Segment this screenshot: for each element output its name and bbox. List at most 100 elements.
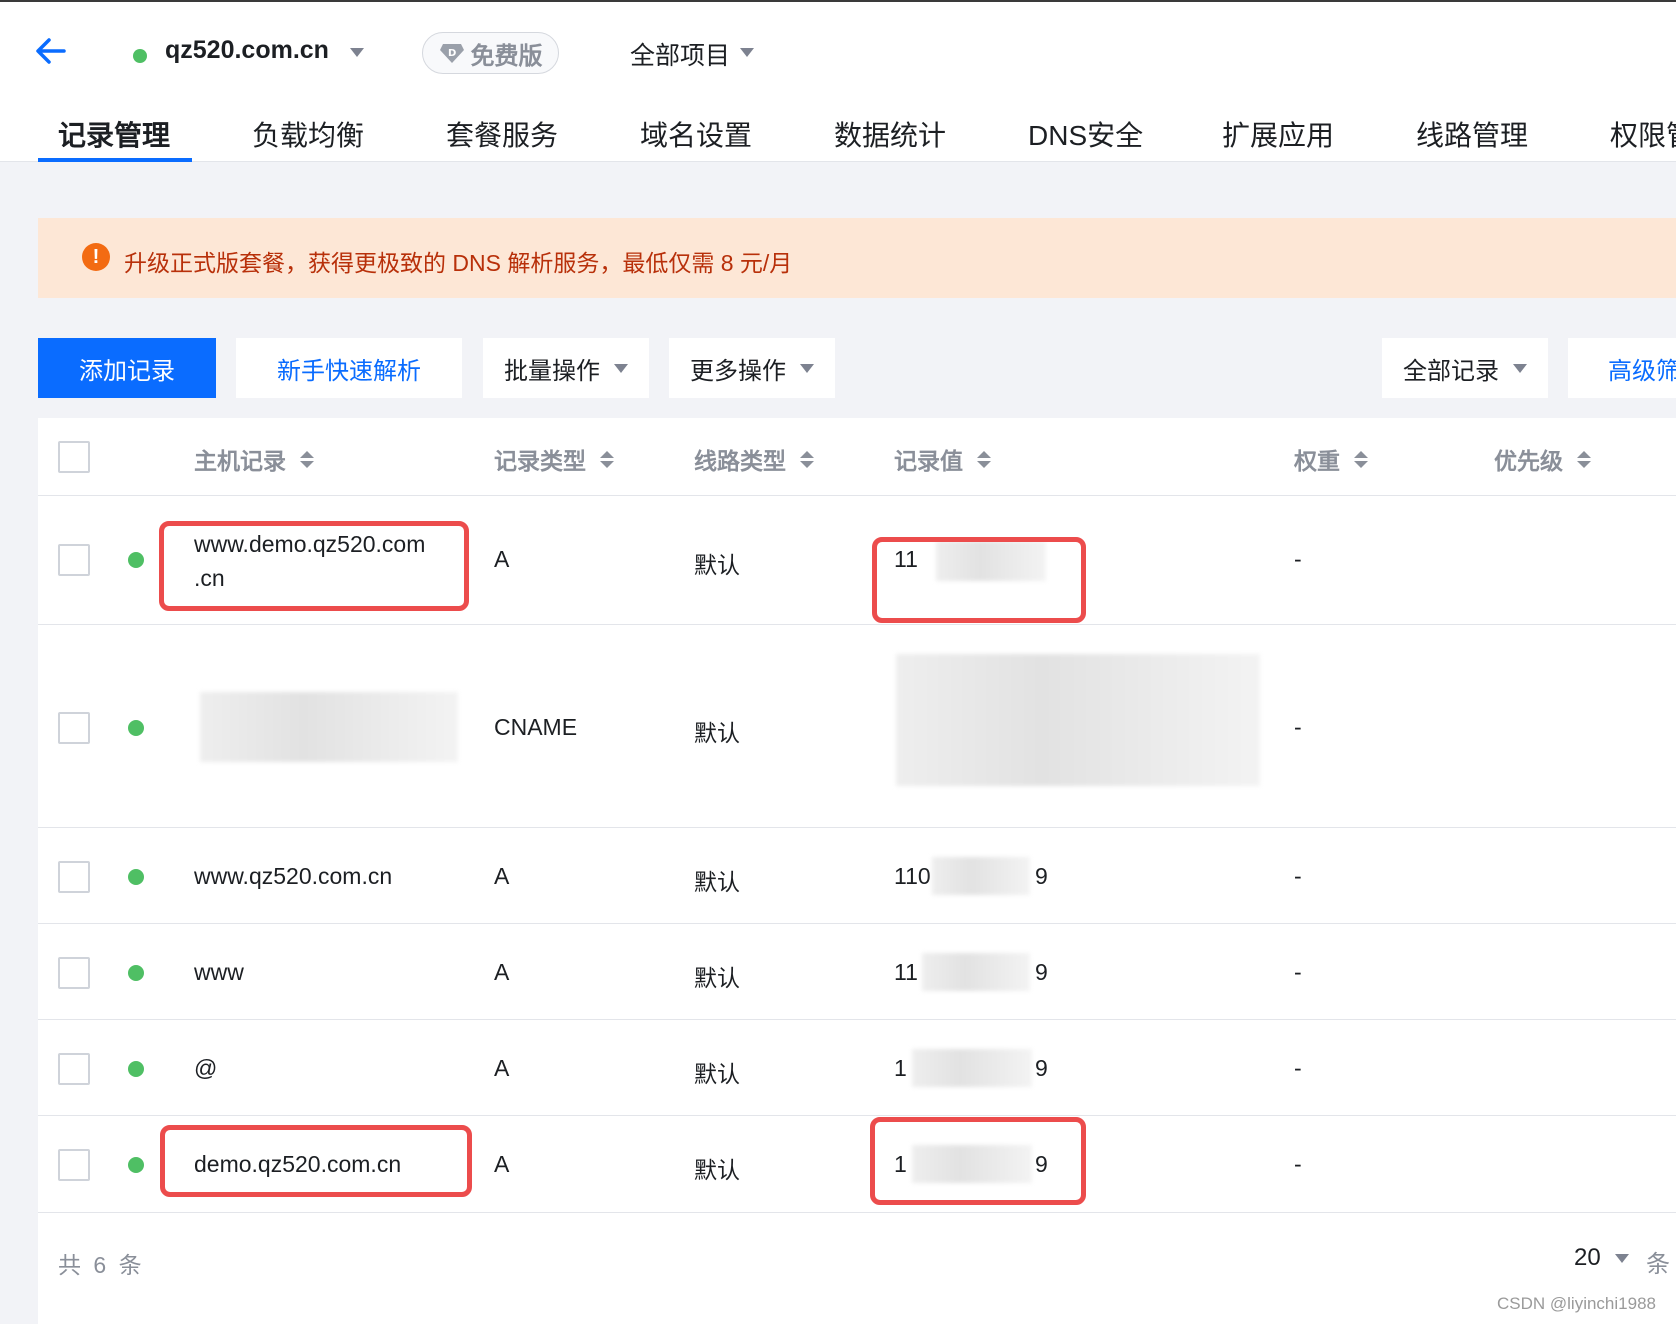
- advanced-filter-label: 高级筛: [1608, 357, 1676, 385]
- redacted-value: [912, 1049, 1032, 1087]
- add-record-label: 添加记录: [79, 357, 175, 385]
- plan-badge-label: 免费版: [470, 42, 543, 70]
- column-header-value[interactable]: 记录值: [894, 442, 991, 476]
- page-size-value: 20: [1574, 1244, 1601, 1271]
- column-header-line[interactable]: 线路类型: [694, 442, 814, 476]
- tab-record-management[interactable]: 记录管理: [58, 114, 170, 154]
- table-header: 主机记录 记录类型 线路类型 记录值 权重 优先级: [38, 418, 1676, 496]
- weight: -: [1294, 546, 1302, 572]
- chevron-down-icon: [1614, 1253, 1629, 1263]
- tab-permissions[interactable]: 权限管: [1610, 114, 1676, 154]
- weight: -: [1294, 1055, 1302, 1081]
- status-dot: [128, 720, 144, 736]
- tab-dns-security[interactable]: DNS安全: [1028, 114, 1143, 154]
- line-type: 默认: [694, 552, 740, 578]
- plan-badge[interactable]: D 免费版: [422, 32, 559, 74]
- redacted-value: [896, 654, 1260, 786]
- table-row[interactable]: CNAME 默认 -: [38, 626, 1676, 828]
- sort-icon: [1577, 450, 1591, 468]
- record-value-prefix: 110: [894, 863, 931, 889]
- status-dot: [128, 965, 144, 981]
- host-record: @: [194, 1055, 218, 1081]
- line-type: 默认: [694, 965, 740, 991]
- row-checkbox[interactable]: [58, 544, 90, 576]
- row-checkbox[interactable]: [58, 1053, 90, 1085]
- records-table: 主机记录 记录类型 线路类型 记录值 权重 优先级 www.demo.qz520…: [38, 418, 1676, 1324]
- highlight-box: [159, 521, 469, 611]
- sort-icon: [1354, 450, 1368, 468]
- weight: -: [1294, 959, 1302, 985]
- advanced-filter-button[interactable]: 高级筛: [1568, 338, 1676, 398]
- more-ops-button[interactable]: 更多操作: [669, 338, 835, 398]
- sort-icon: [300, 450, 314, 468]
- batch-ops-button[interactable]: 批量操作: [483, 338, 649, 398]
- highlight-box: [872, 537, 1086, 623]
- batch-ops-label: 批量操作: [504, 357, 600, 385]
- line-type: 默认: [694, 720, 740, 746]
- sort-icon: [800, 450, 814, 468]
- row-checkbox[interactable]: [58, 861, 90, 893]
- table-row[interactable]: demo.qz520.com.cn A 默认 1 9 -: [38, 1117, 1676, 1213]
- record-value-suffix: 9: [1035, 959, 1048, 985]
- column-header-label: 主机记录: [194, 448, 286, 474]
- chevron-down-icon[interactable]: [350, 48, 364, 57]
- row-checkbox[interactable]: [58, 1149, 90, 1181]
- project-selector[interactable]: 全部项目: [630, 36, 730, 72]
- record-type: A: [494, 959, 510, 985]
- record-type: A: [494, 1151, 510, 1177]
- select-all-checkbox[interactable]: [58, 441, 90, 473]
- active-tab-indicator: [38, 158, 192, 162]
- line-type: 默认: [694, 1061, 740, 1087]
- sort-icon: [600, 450, 614, 468]
- quick-resolve-button[interactable]: 新手快速解析: [236, 338, 462, 398]
- chevron-down-icon: [614, 363, 628, 373]
- record-filter-label: 全部记录: [1403, 357, 1499, 385]
- record-value-prefix: 1: [894, 1055, 907, 1081]
- status-dot: [128, 869, 144, 885]
- weight: -: [1294, 1151, 1302, 1177]
- table-row[interactable]: www.demo.qz520.com .cn A 默认 11 -: [38, 497, 1676, 625]
- status-dot: [128, 1157, 144, 1173]
- weight: -: [1294, 863, 1302, 889]
- status-dot: [128, 1061, 144, 1077]
- column-header-label: 记录类型: [494, 448, 586, 474]
- tab-load-balancing[interactable]: 负载均衡: [252, 114, 364, 154]
- highlight-box: [870, 1117, 1086, 1205]
- record-type: A: [494, 1055, 510, 1081]
- status-dot: [128, 552, 144, 568]
- table-row[interactable]: www.qz520.com.cn A 默认 110 9 -: [38, 829, 1676, 924]
- table-row[interactable]: www A 默认 11 9 -: [38, 925, 1676, 1020]
- record-type: CNAME: [494, 714, 578, 740]
- column-header-host[interactable]: 主机记录: [194, 442, 314, 476]
- row-checkbox[interactable]: [58, 957, 90, 989]
- top-bar: qz520.com.cn D 免费版 全部项目 记录管理 负载均衡 套餐服务 域…: [0, 0, 1676, 162]
- tab-statistics[interactable]: 数据统计: [834, 114, 946, 154]
- line-type: 默认: [694, 869, 740, 895]
- quick-resolve-label: 新手快速解析: [277, 357, 421, 385]
- tab-domain-settings[interactable]: 域名设置: [640, 114, 752, 154]
- column-header-type[interactable]: 记录类型: [494, 442, 614, 476]
- redacted-value: [932, 857, 1030, 895]
- domain-selector[interactable]: qz520.com.cn: [165, 36, 329, 65]
- host-record: www.qz520.com.cn: [194, 863, 393, 889]
- tab-line-management[interactable]: 线路管理: [1416, 114, 1528, 154]
- watermark: CSDN @liyinchi1988: [1497, 1294, 1656, 1313]
- tab-extensions[interactable]: 扩展应用: [1222, 114, 1334, 154]
- column-header-weight[interactable]: 权重: [1294, 442, 1368, 476]
- row-checkbox[interactable]: [58, 712, 90, 744]
- weight: -: [1294, 714, 1302, 740]
- chevron-down-icon: [800, 363, 814, 373]
- back-arrow-icon[interactable]: [34, 34, 68, 68]
- column-header-priority[interactable]: 优先级: [1494, 442, 1591, 476]
- info-icon: !: [82, 243, 110, 271]
- page-size-select[interactable]: 20: [1574, 1244, 1629, 1272]
- table-row[interactable]: @ A 默认 1 9 -: [38, 1021, 1676, 1116]
- record-filter-select[interactable]: 全部记录: [1382, 338, 1548, 398]
- record-value-suffix: 9: [1035, 863, 1048, 889]
- record-value-prefix: 11: [894, 959, 918, 985]
- line-type: 默认: [694, 1157, 740, 1183]
- tab-package-service[interactable]: 套餐服务: [446, 114, 558, 154]
- add-record-button[interactable]: 添加记录: [38, 338, 216, 398]
- chevron-down-icon[interactable]: [740, 48, 754, 57]
- upgrade-notice: ! 升级正式版套餐，获得更极致的 DNS 解析服务，最低仅需 8 元/月: [38, 218, 1676, 298]
